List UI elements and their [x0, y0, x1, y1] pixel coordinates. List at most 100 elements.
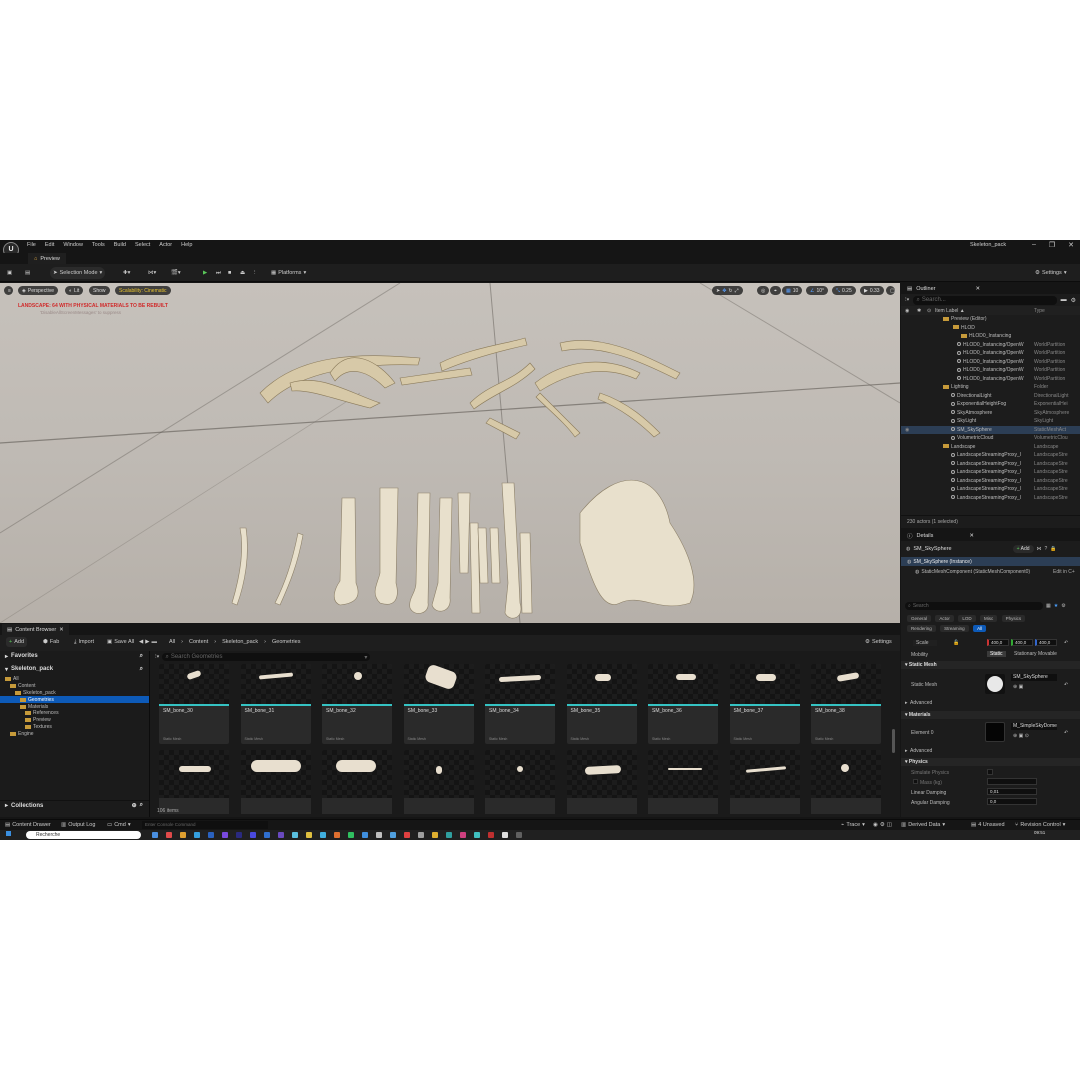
asset-tile[interactable]: [648, 750, 718, 814]
quick-add-button[interactable]: ✚▾: [120, 267, 133, 279]
collections-header[interactable]: ▸ Collections ⊕ ⌕: [0, 800, 149, 810]
outliner-row[interactable]: HLOD0_Instancing: [901, 332, 1080, 341]
settings-button[interactable]: ⚙ Settings ▾: [1032, 267, 1070, 279]
taskbar-app-icon[interactable]: [418, 832, 424, 838]
outliner-row[interactable]: HLOD0_Instancing/OpenW WorldPartition: [901, 375, 1080, 384]
cmd-dropdown[interactable]: ▭ Cmd ▾: [104, 820, 134, 830]
restore-icon[interactable]: ❐: [1049, 241, 1055, 249]
grid-snap-button[interactable]: ▦ 10: [782, 286, 803, 295]
folder-tree-item[interactable]: Content: [0, 683, 149, 690]
column-item-label[interactable]: Item Label ▲: [935, 308, 965, 314]
play-icon[interactable]: ▶: [200, 267, 210, 279]
visibility-icon[interactable]: ◉: [905, 427, 909, 433]
taskbar-app-icon[interactable]: [362, 832, 368, 838]
taskbar-app-icon[interactable]: [236, 832, 242, 838]
outliner-row[interactable]: LandscapeStreamingProxy_l LandscapeStre: [901, 468, 1080, 477]
play-options-icon[interactable]: ⋮: [249, 267, 261, 279]
search-icon[interactable]: ⌕: [140, 802, 143, 809]
content-drawer-button[interactable]: ▤ Content Drawer: [2, 820, 54, 830]
taskbar-app-icon[interactable]: [320, 832, 326, 838]
scale-z-field[interactable]: 400,0: [1035, 639, 1057, 646]
taskbar-app-icon[interactable]: [222, 832, 228, 838]
breadcrumb-geometries[interactable]: Geometries: [272, 639, 300, 645]
transform-tools[interactable]: ➤ ✥ ↻ ⤢: [712, 286, 743, 295]
outliner-row[interactable]: LandscapeStreamingProxy_l LandscapeStre: [901, 460, 1080, 469]
asset-tile[interactable]: SM_bone_38 Static Mesh: [811, 664, 881, 744]
asset-tile[interactable]: [566, 750, 637, 814]
folder-tree-item[interactable]: Preview: [0, 717, 149, 724]
trace-button[interactable]: ⌁ Trace ▾: [838, 820, 868, 830]
taskbar-app-icon[interactable]: [180, 832, 186, 838]
outliner-row[interactable]: ◉ SM_SkySphere StaticMeshAct: [901, 425, 1080, 434]
outliner-row[interactable]: SkyAtmosphere SkyAtmosphere: [901, 409, 1080, 418]
reset-icon[interactable]: ↶: [1064, 640, 1068, 646]
edit-in-cpp-link[interactable]: Edit in C+: [1053, 569, 1075, 575]
favorites-header[interactable]: ▸ Favorites ⌕: [0, 651, 149, 661]
filter-icon[interactable]: ⫶▾: [155, 654, 159, 661]
taskbar-app-icon[interactable]: [502, 832, 508, 838]
asset-tile[interactable]: SM_bone_37 Static Mesh: [729, 664, 800, 744]
filter-streaming[interactable]: Streaming: [940, 625, 969, 632]
taskbar-app-icon[interactable]: [348, 832, 354, 838]
scalability-button[interactable]: Scalability: Cinematic: [115, 286, 171, 295]
asset-tile[interactable]: [729, 750, 800, 814]
root-header[interactable]: ▾ Skeleton_pack ⌕: [0, 664, 149, 674]
gear-icon[interactable]: ⚙: [1071, 297, 1076, 304]
help-icon[interactable]: ?: [1045, 546, 1048, 552]
scale-x-field[interactable]: 400,0: [987, 639, 1009, 646]
outliner-row[interactable]: Lighting Folder: [901, 383, 1080, 392]
outliner-row[interactable]: LandscapeStreamingProxy_l LandscapeStre: [901, 485, 1080, 494]
outliner-row[interactable]: VolumetricCloud VolumetricClou: [901, 434, 1080, 443]
menu-file[interactable]: File: [27, 242, 36, 248]
taskbar-app-icon[interactable]: [292, 832, 298, 838]
taskbar-app-icon[interactable]: [390, 832, 396, 838]
add-collection-icon[interactable]: ⊕: [132, 802, 137, 809]
folder-tree-item[interactable]: Engine: [0, 730, 149, 737]
taskbar-app-icon[interactable]: [516, 832, 522, 838]
instance-row[interactable]: ◍ SM_SkySphere (Instance): [901, 557, 1080, 566]
cinematics-button[interactable]: 🎬▾: [168, 267, 184, 279]
folder-tree-item[interactable]: References: [0, 710, 149, 717]
advanced-2-row[interactable]: ▸ Advanced: [901, 748, 1080, 756]
section-physics[interactable]: ▾ Physics: [901, 758, 1080, 766]
rotation-snap-button[interactable]: ∠ 10°: [806, 286, 829, 295]
column-type[interactable]: Type: [1034, 308, 1080, 314]
perspective-button[interactable]: ◈ Perspective: [18, 286, 58, 295]
asset-tile[interactable]: SM_bone_34 Static Mesh: [485, 664, 555, 744]
asset-search-input[interactable]: ⌕ Search Geometries ▾: [162, 653, 371, 661]
menu-select[interactable]: Select: [135, 242, 150, 248]
forward-icon[interactable]: ▶: [145, 639, 149, 645]
filter-icon[interactable]: ⫶▾: [905, 297, 909, 304]
save-all-button[interactable]: ▣ Save All: [104, 637, 137, 647]
menu-build[interactable]: Build: [114, 242, 126, 248]
folder-tree-item[interactable]: Textures: [0, 724, 149, 731]
breadcrumb-all[interactable]: All: [169, 639, 175, 645]
import-button[interactable]: ⤓ Import: [71, 637, 97, 647]
static-mesh-dropdown[interactable]: SM_SkySphere: [1011, 674, 1057, 681]
filter-misc[interactable]: Misc: [979, 615, 998, 622]
fab-button[interactable]: ⬢ Fab: [40, 637, 62, 647]
outliner-row[interactable]: HLOD0_Instancing/OpenW WorldPartition: [901, 366, 1080, 375]
outliner-row[interactable]: ExponentialHeightFog ExponentialHei: [901, 400, 1080, 409]
static-mesh-thumbnail[interactable]: [985, 674, 1005, 694]
outliner-search-input[interactable]: ⌕ Search...: [913, 295, 1057, 305]
stop-icon[interactable]: ■: [225, 267, 234, 279]
details-search-input[interactable]: ⌕ Search: [905, 602, 1043, 610]
grid-view-icon[interactable]: ▦: [1046, 603, 1051, 609]
asset-tile[interactable]: [403, 750, 474, 814]
asset-tile[interactable]: [322, 750, 392, 814]
mass-checkbox[interactable]: [913, 779, 918, 784]
angular-damping-field[interactable]: 0,0: [987, 798, 1037, 805]
blueprint-icon[interactable]: ⋈: [1037, 546, 1042, 552]
taskbar-app-icon[interactable]: [474, 832, 480, 838]
add-component-button[interactable]: + Add: [1012, 545, 1034, 553]
filter-all[interactable]: All: [973, 625, 987, 632]
close-icon[interactable]: ✕: [1068, 241, 1074, 249]
taskbar-app-icon[interactable]: [376, 832, 382, 838]
menu-help[interactable]: Help: [181, 242, 192, 248]
search-icon[interactable]: ⌕: [140, 653, 143, 660]
surface-snap-icon[interactable]: ⌖: [770, 286, 781, 295]
unsaved-button[interactable]: ▤ 4 Unsaved: [968, 820, 1008, 830]
reset-icon[interactable]: ↶: [1064, 730, 1068, 736]
folder-tree-item[interactable]: All: [0, 676, 149, 683]
